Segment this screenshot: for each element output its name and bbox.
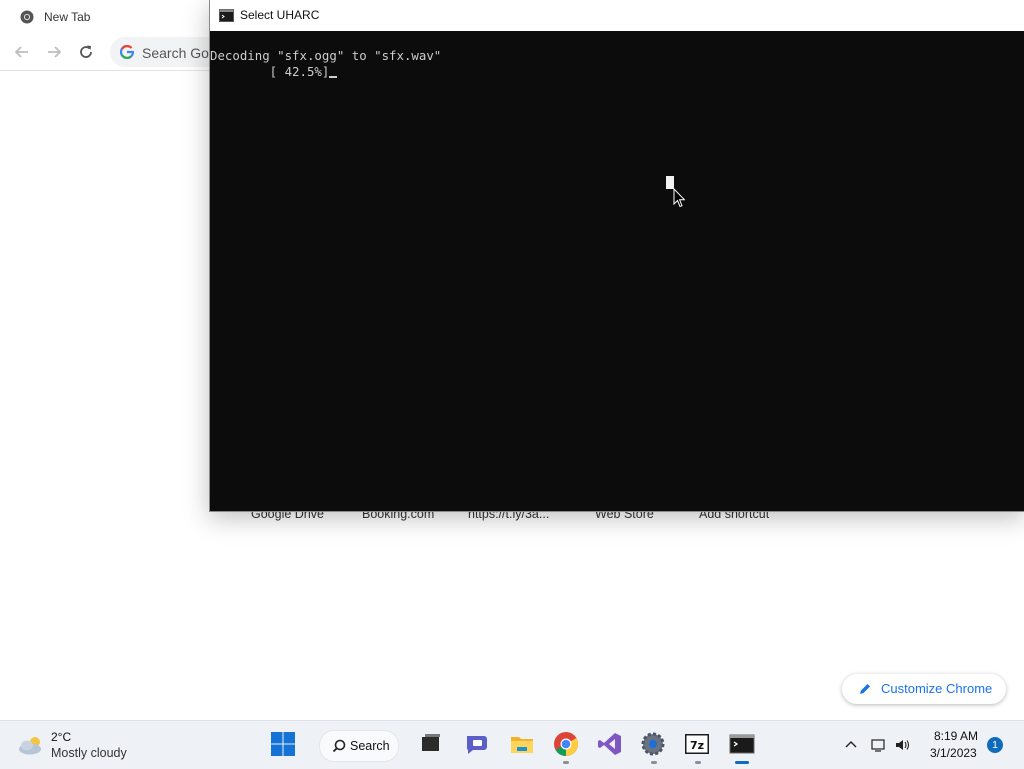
- visual-studio-icon[interactable]: [597, 731, 623, 757]
- search-label: Search: [350, 739, 390, 753]
- settings-running-indicator: [651, 761, 657, 764]
- tab-title: New Tab: [44, 10, 91, 24]
- svg-text:7z: 7z: [690, 739, 704, 752]
- console-titlebar[interactable]: Select UHARC: [210, 0, 1024, 31]
- omnibox-placeholder: Search Goo: [142, 45, 217, 61]
- console-icon: [219, 9, 234, 22]
- progress-text: [ 42.5%]: [210, 64, 330, 79]
- mouse-pointer-icon: [673, 188, 685, 208]
- back-arrow-icon[interactable]: [12, 42, 32, 62]
- windows-start-icon[interactable]: [270, 731, 296, 757]
- weather-description: Mostly cloudy: [51, 746, 127, 760]
- google-g-icon: [120, 45, 134, 59]
- volume-icon[interactable]: [894, 737, 910, 753]
- taskbar-search-button[interactable]: Search: [319, 730, 399, 762]
- terminal-active-indicator: [735, 761, 749, 764]
- customize-chrome-label: Customize Chrome: [881, 681, 993, 696]
- forward-arrow-icon[interactable]: [44, 42, 64, 62]
- tab-new-tab[interactable]: New Tab: [0, 0, 210, 34]
- cloud-weather-icon[interactable]: [17, 734, 45, 756]
- settings-icon[interactable]: [640, 731, 666, 757]
- chrome-icon[interactable]: [553, 731, 579, 757]
- reload-icon[interactable]: [76, 42, 96, 62]
- chevron-up-icon[interactable]: [843, 737, 859, 753]
- 7zip-icon[interactable]: 7z: [684, 731, 710, 757]
- task-view-icon[interactable]: [418, 731, 444, 757]
- console-line-decoding: Decoding "sfx.ogg" to "sfx.wav": [210, 48, 442, 63]
- text-cursor: [329, 76, 338, 78]
- console-line-progress: [ 42.5%]: [210, 64, 1024, 80]
- customize-chrome-button[interactable]: Customize Chrome: [842, 674, 1006, 704]
- chrome-running-indicator: [563, 761, 569, 764]
- chrome-icon: [20, 10, 34, 24]
- file-explorer-icon[interactable]: [509, 731, 535, 757]
- notification-badge[interactable]: 1: [987, 737, 1003, 753]
- console-output: Decoding "sfx.ogg" to "sfx.wav" [ 42.5%]: [210, 48, 1024, 508]
- taskbar: 2°C Mostly cloudy Search 7z 8:19 AM 3/1/…: [0, 720, 1024, 769]
- console-window[interactable]: Select UHARC Decoding "sfx.ogg" to "sfx.…: [209, 0, 1024, 512]
- clock-date[interactable]: 3/1/2023: [930, 746, 977, 760]
- weather-temperature: 2°C: [51, 730, 72, 744]
- terminal-icon[interactable]: [729, 731, 755, 757]
- search-icon: [332, 739, 346, 753]
- teams-chat-icon[interactable]: [464, 731, 490, 757]
- network-icon[interactable]: [870, 737, 886, 753]
- clock-time[interactable]: 8:19 AM: [934, 729, 978, 743]
- console-title: Select UHARC: [240, 8, 320, 22]
- 7zip-running-indicator: [695, 761, 701, 764]
- pencil-icon: [860, 684, 870, 694]
